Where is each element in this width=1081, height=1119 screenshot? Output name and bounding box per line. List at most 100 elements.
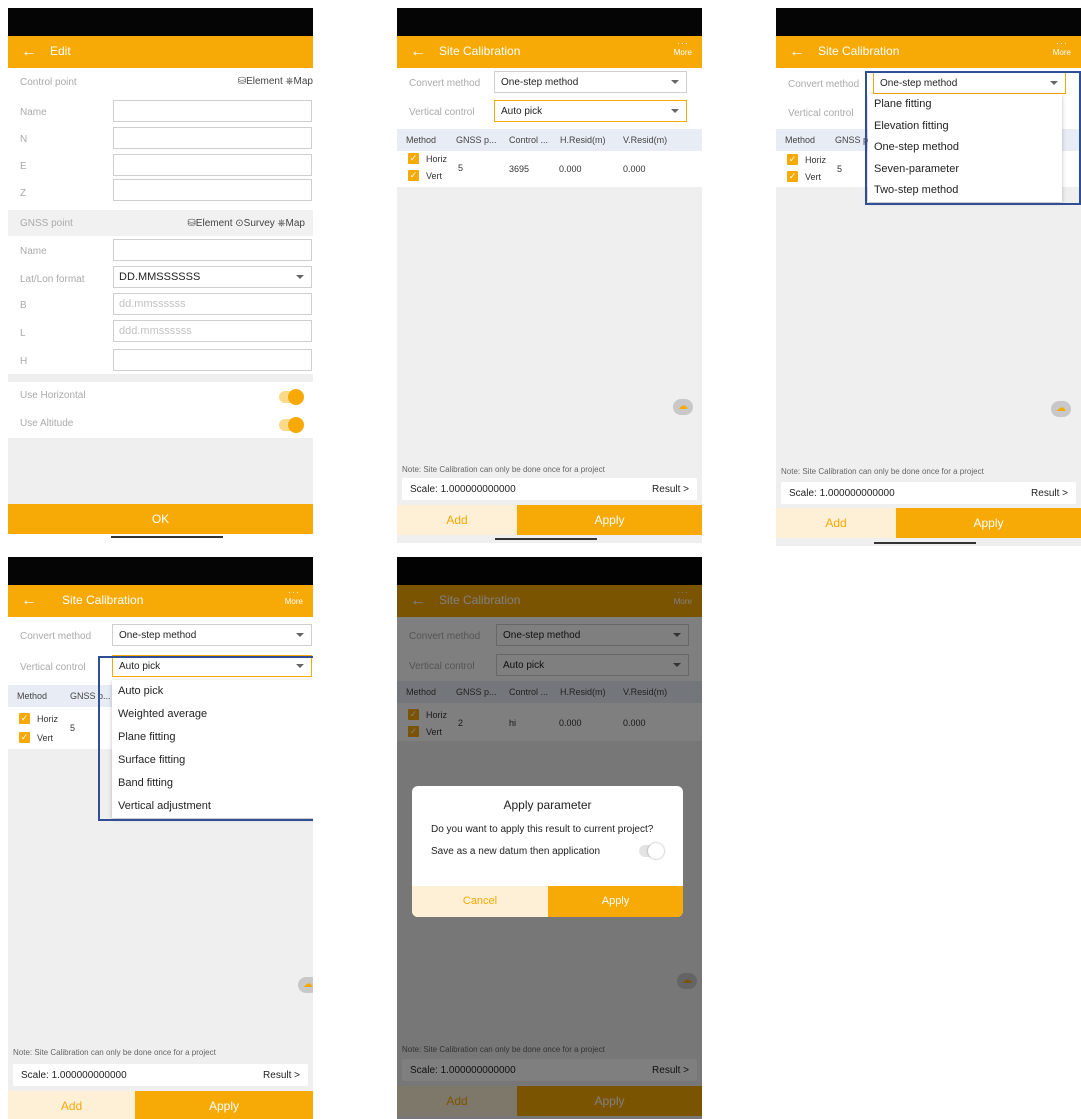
latlon-format-select[interactable]: DD.MMSSSSSS <box>113 266 312 288</box>
site-calibration-vertical-dropdown-screen: ← Site Calibration ··· More Convert metho… <box>8 557 313 1119</box>
l-input[interactable]: ddd.mmssssss <box>113 320 312 342</box>
control-name-input[interactable] <box>113 100 312 122</box>
latlon-format-label: Lat/Lon format <box>20 274 85 285</box>
back-arrow-icon[interactable]: ← <box>21 591 37 611</box>
apply-button[interactable]: Apply <box>517 505 702 535</box>
col-method: Method <box>406 135 437 145</box>
control-e-input[interactable] <box>113 154 312 176</box>
col-hresid: H.Resid(m) <box>560 135 606 145</box>
add-button[interactable]: Add <box>776 508 896 538</box>
cloud-upload-icon[interactable]: ☁ <box>1051 401 1071 417</box>
h-input[interactable] <box>113 349 312 371</box>
app-bar: ← Site Calibration ···More <box>8 585 313 617</box>
convert-method-select[interactable]: One-step method <box>112 624 312 646</box>
vresid-cell: 0.000 <box>623 164 646 174</box>
control-point-header: Control point ⛁Element ⎈Map <box>8 68 313 92</box>
page-title: Site Calibration <box>62 593 144 607</box>
scale-value: Scale: 1.000000000000 <box>21 1070 127 1081</box>
latlon-format-value: DD.MMSSSSSS <box>119 271 201 283</box>
gnss-name-input[interactable] <box>113 239 312 261</box>
l-label: L <box>20 328 26 339</box>
gnss-cell: 5 <box>458 163 464 173</box>
gnss-name-label: Name <box>20 246 47 257</box>
control-n-input[interactable] <box>113 127 312 149</box>
vertical-control-label: Vertical control <box>409 107 475 118</box>
vertical-control-select[interactable]: Auto pick <box>494 100 687 122</box>
control-z-input[interactable] <box>113 179 312 201</box>
control-point-label: Control point <box>20 77 77 88</box>
vert-checkbox[interactable]: ✓ <box>19 732 30 743</box>
chevron-down-icon <box>671 80 679 84</box>
edit-screen: ← Edit Control point ⛁Element ⎈Map Name … <box>8 8 313 538</box>
horiz-checkbox[interactable]: ✓ <box>408 153 419 164</box>
gnss-point-actions[interactable]: ⛁Element ⊙Survey ⎈Map <box>187 218 305 229</box>
save-datum-toggle[interactable] <box>639 843 664 859</box>
convert-method-select[interactable]: One-step method <box>494 71 687 93</box>
home-indicator <box>874 542 976 544</box>
save-datum-row: Save as a new datum then application <box>431 843 683 859</box>
more-menu[interactable]: ···More <box>284 588 303 607</box>
dialog-message: Do you want to apply this result to curr… <box>431 824 654 835</box>
table-header: Method GNSS p... Control ... H.Resid(m) … <box>397 129 702 151</box>
dialog-apply-button[interactable]: Apply <box>548 886 683 917</box>
result-link[interactable]: Result > <box>1031 488 1068 499</box>
control-n-label: N <box>20 134 28 145</box>
dialog-buttons: Cancel Apply <box>412 886 683 917</box>
result-link[interactable]: Result > <box>263 1070 300 1081</box>
vert-checkbox[interactable]: ✓ <box>787 171 798 182</box>
b-input[interactable]: dd.mmssssss <box>113 293 312 315</box>
vertical-control-label: Vertical control <box>20 662 86 673</box>
control-point-actions[interactable]: ⛁Element ⎈Map <box>238 76 313 87</box>
convert-method-label: Convert method <box>20 631 92 642</box>
control-cell: 3695 <box>509 164 530 174</box>
home-indicator <box>111 536 223 538</box>
save-datum-label: Save as a new datum then application <box>431 846 600 857</box>
add-button[interactable]: Add <box>8 1091 135 1119</box>
result-link[interactable]: Result > <box>652 484 689 495</box>
h-label: H <box>20 356 28 367</box>
col-vresid: V.Resid(m) <box>623 135 668 145</box>
add-button[interactable]: Add <box>397 505 517 535</box>
app-bar: ← Site Calibration ···More <box>776 36 1081 68</box>
status-bar <box>397 8 702 36</box>
more-menu[interactable]: ···More <box>1053 39 1071 58</box>
horiz-checkbox[interactable]: ✓ <box>19 713 30 724</box>
site-calibration-screen: ← Site Calibration ··· More Convert metho… <box>397 8 702 543</box>
cancel-button[interactable]: Cancel <box>412 886 548 917</box>
page-title: Site Calibration <box>818 44 900 58</box>
ok-button[interactable]: OK <box>8 504 313 534</box>
chevron-down-icon <box>296 633 304 637</box>
back-arrow-icon[interactable]: ← <box>21 42 37 62</box>
cloud-upload-icon[interactable]: ☁ <box>673 399 693 415</box>
vertical-control-value: Auto pick <box>501 106 543 117</box>
use-altitude-toggle[interactable] <box>279 417 304 433</box>
control-e-label: E <box>20 161 27 172</box>
scale-value: Scale: 1.000000000000 <box>789 488 895 499</box>
more-label: More <box>284 597 303 606</box>
vert-label: Vert <box>37 733 54 743</box>
col-method: Method <box>17 691 48 701</box>
page-title: Edit <box>50 44 71 58</box>
col-method: Method <box>785 135 816 145</box>
apply-button[interactable]: Apply <box>135 1091 313 1119</box>
gnss-cell: 5 <box>70 723 76 733</box>
scale-bar: Scale: 1.000000000000 Result > <box>402 478 697 500</box>
convert-method-label: Convert method <box>409 78 481 89</box>
gnss-point-header: GNSS point ⛁Element ⊙Survey ⎈Map <box>8 210 313 236</box>
control-name-label: Name <box>20 107 47 118</box>
vert-label: Vert <box>805 172 822 182</box>
use-horizontal-toggle[interactable] <box>279 389 304 405</box>
horiz-checkbox[interactable]: ✓ <box>787 154 798 165</box>
back-arrow-icon[interactable]: ← <box>789 42 805 62</box>
cloud-upload-icon[interactable]: ☁ <box>298 977 313 993</box>
hresid-cell: 0.000 <box>559 164 582 174</box>
table-row[interactable]: ✓ Horiz ✓ Vert 5 3695 0.000 0.000 <box>397 151 702 187</box>
note-text: Note: Site Calibration can only be done … <box>402 465 605 474</box>
use-horizontal-label: Use Horizontal <box>20 390 86 401</box>
vert-checkbox[interactable]: ✓ <box>408 170 419 181</box>
more-menu[interactable]: ···More <box>674 38 692 58</box>
apply-button[interactable]: Apply <box>896 508 1081 538</box>
back-arrow-icon[interactable]: ← <box>410 42 426 62</box>
convert-method-value: One-step method <box>119 630 197 641</box>
more-dots-icon: ··· <box>676 38 689 48</box>
